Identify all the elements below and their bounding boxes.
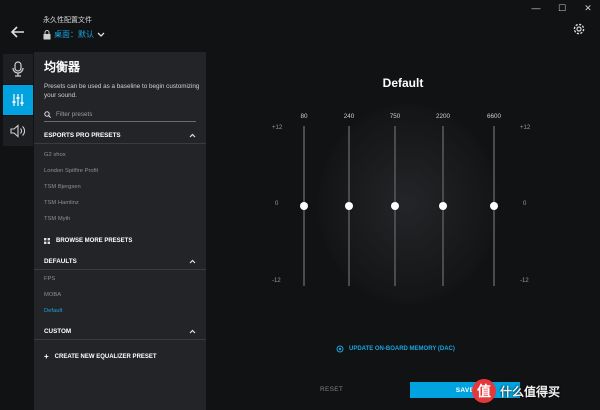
section-label: CUSTOM xyxy=(44,328,72,335)
eq-band-frequency-label: 240 xyxy=(343,113,355,120)
create-equalizer-preset-button[interactable]: + CREATE NEW EQUALIZER PRESET xyxy=(44,352,157,361)
section-defaults[interactable]: DEFAULTS xyxy=(44,258,196,265)
title-bar: 永久性配置文件 桌面：默认 — ☐ ✕ xyxy=(0,0,600,52)
chevron-up-icon xyxy=(189,133,196,138)
eq-band-slider-handle[interactable] xyxy=(300,202,308,210)
microphone-icon xyxy=(12,61,24,77)
equalizer-icon xyxy=(12,94,24,106)
browse-more-label: BROWSE MORE PRESETS xyxy=(56,238,133,244)
eq-band-frequency-label: 80 xyxy=(300,113,308,120)
preset-item-selected[interactable]: Default xyxy=(44,308,62,314)
preset-item[interactable]: G2 shox xyxy=(44,152,66,158)
browse-more-presets-button[interactable]: BROWSE MORE PRESETS xyxy=(44,238,132,244)
equalizer-panel: 均衡器 Presets can be used as a baseline to… xyxy=(34,52,206,410)
section-label: DEFAULTS xyxy=(44,258,77,265)
panel-title: 均衡器 xyxy=(44,60,81,74)
eq-band-frequency-label: 6600 xyxy=(486,113,501,120)
chevron-up-icon xyxy=(189,259,196,264)
chevron-up-icon xyxy=(189,329,196,334)
reset-button[interactable]: RESET xyxy=(320,386,343,393)
maximize-button[interactable]: ☐ xyxy=(556,3,568,14)
gear-icon[interactable] xyxy=(572,22,586,36)
db-label-min-right: -12 xyxy=(520,278,529,284)
rail-item-equalizer[interactable] xyxy=(3,85,33,115)
icon-rail xyxy=(3,54,33,147)
profile-title: 永久性配置文件 xyxy=(43,17,92,24)
watermark-text: 什么值得买 xyxy=(500,384,561,399)
update-memory-label: UPDATE ON-BOARD MEMORY (DAC) xyxy=(349,346,455,352)
eq-preset-title: Default xyxy=(382,76,424,90)
panel-description: Presets can be used as a baseline to beg… xyxy=(44,83,200,99)
watermark: 值 什么值得买 xyxy=(472,376,596,406)
preset-item[interactable]: FPS xyxy=(44,276,55,282)
section-custom[interactable]: CUSTOM xyxy=(44,328,196,335)
db-label-zero: 0 xyxy=(275,201,279,207)
divider xyxy=(34,269,206,270)
eq-band-frequency-label: 750 xyxy=(389,113,401,120)
plus-icon: + xyxy=(44,352,49,361)
rail-item-speaker[interactable] xyxy=(3,116,33,146)
lock-icon xyxy=(43,29,51,39)
filter-presets-input[interactable] xyxy=(56,111,186,118)
eq-band-slider-handle[interactable] xyxy=(345,202,353,210)
chevron-down-icon xyxy=(97,32,105,37)
speaker-icon xyxy=(10,124,25,138)
window-controls: — ☐ ✕ xyxy=(530,3,594,14)
eq-band-frequency-label: 2200 xyxy=(435,113,450,120)
preset-item[interactable]: TSM Myth xyxy=(44,216,70,222)
create-preset-label: CREATE NEW EQUALIZER PRESET xyxy=(54,353,157,360)
db-label-max: +12 xyxy=(272,125,283,131)
section-esports-pro-presets[interactable]: ESPORTS PRO PRESETS xyxy=(44,132,196,139)
rail-item-microphone[interactable] xyxy=(3,54,33,84)
watermark-logo: 值 xyxy=(472,379,496,403)
db-label-min: -12 xyxy=(272,278,281,284)
preset-item[interactable]: TSM Bjergsen xyxy=(44,184,81,190)
preset-item[interactable]: MOBA xyxy=(44,292,61,298)
close-button[interactable]: ✕ xyxy=(582,3,594,14)
divider xyxy=(34,339,206,340)
update-onboard-memory-button[interactable]: UPDATE ON-BOARD MEMORY (DAC) xyxy=(336,345,455,353)
search-icon xyxy=(44,111,51,118)
profile-selected-label: 桌面：默认 xyxy=(54,30,94,39)
section-label: ESPORTS PRO PRESETS xyxy=(44,132,121,139)
back-arrow-icon[interactable] xyxy=(8,22,28,42)
preset-item[interactable]: TSM Hamlinz xyxy=(44,200,79,206)
filter-presets xyxy=(44,108,196,122)
equalizer-main: Default +12 0 -12 +12 0 -12 80 240 750 2200… xyxy=(206,52,600,410)
minimize-button[interactable]: — xyxy=(530,3,542,14)
eq-band-slider-handle[interactable] xyxy=(391,202,399,210)
profile-selector[interactable]: 桌面：默认 xyxy=(43,29,105,40)
preset-item[interactable]: London Spitfire Profit xyxy=(44,168,98,174)
divider xyxy=(34,143,206,144)
grid-icon xyxy=(44,238,50,244)
db-label-zero-right: 0 xyxy=(523,201,527,207)
chip-icon xyxy=(336,345,344,353)
eq-band-slider-handle[interactable] xyxy=(490,202,498,210)
eq-band-slider-handle[interactable] xyxy=(439,202,447,210)
db-label-max-right: +12 xyxy=(520,125,531,131)
